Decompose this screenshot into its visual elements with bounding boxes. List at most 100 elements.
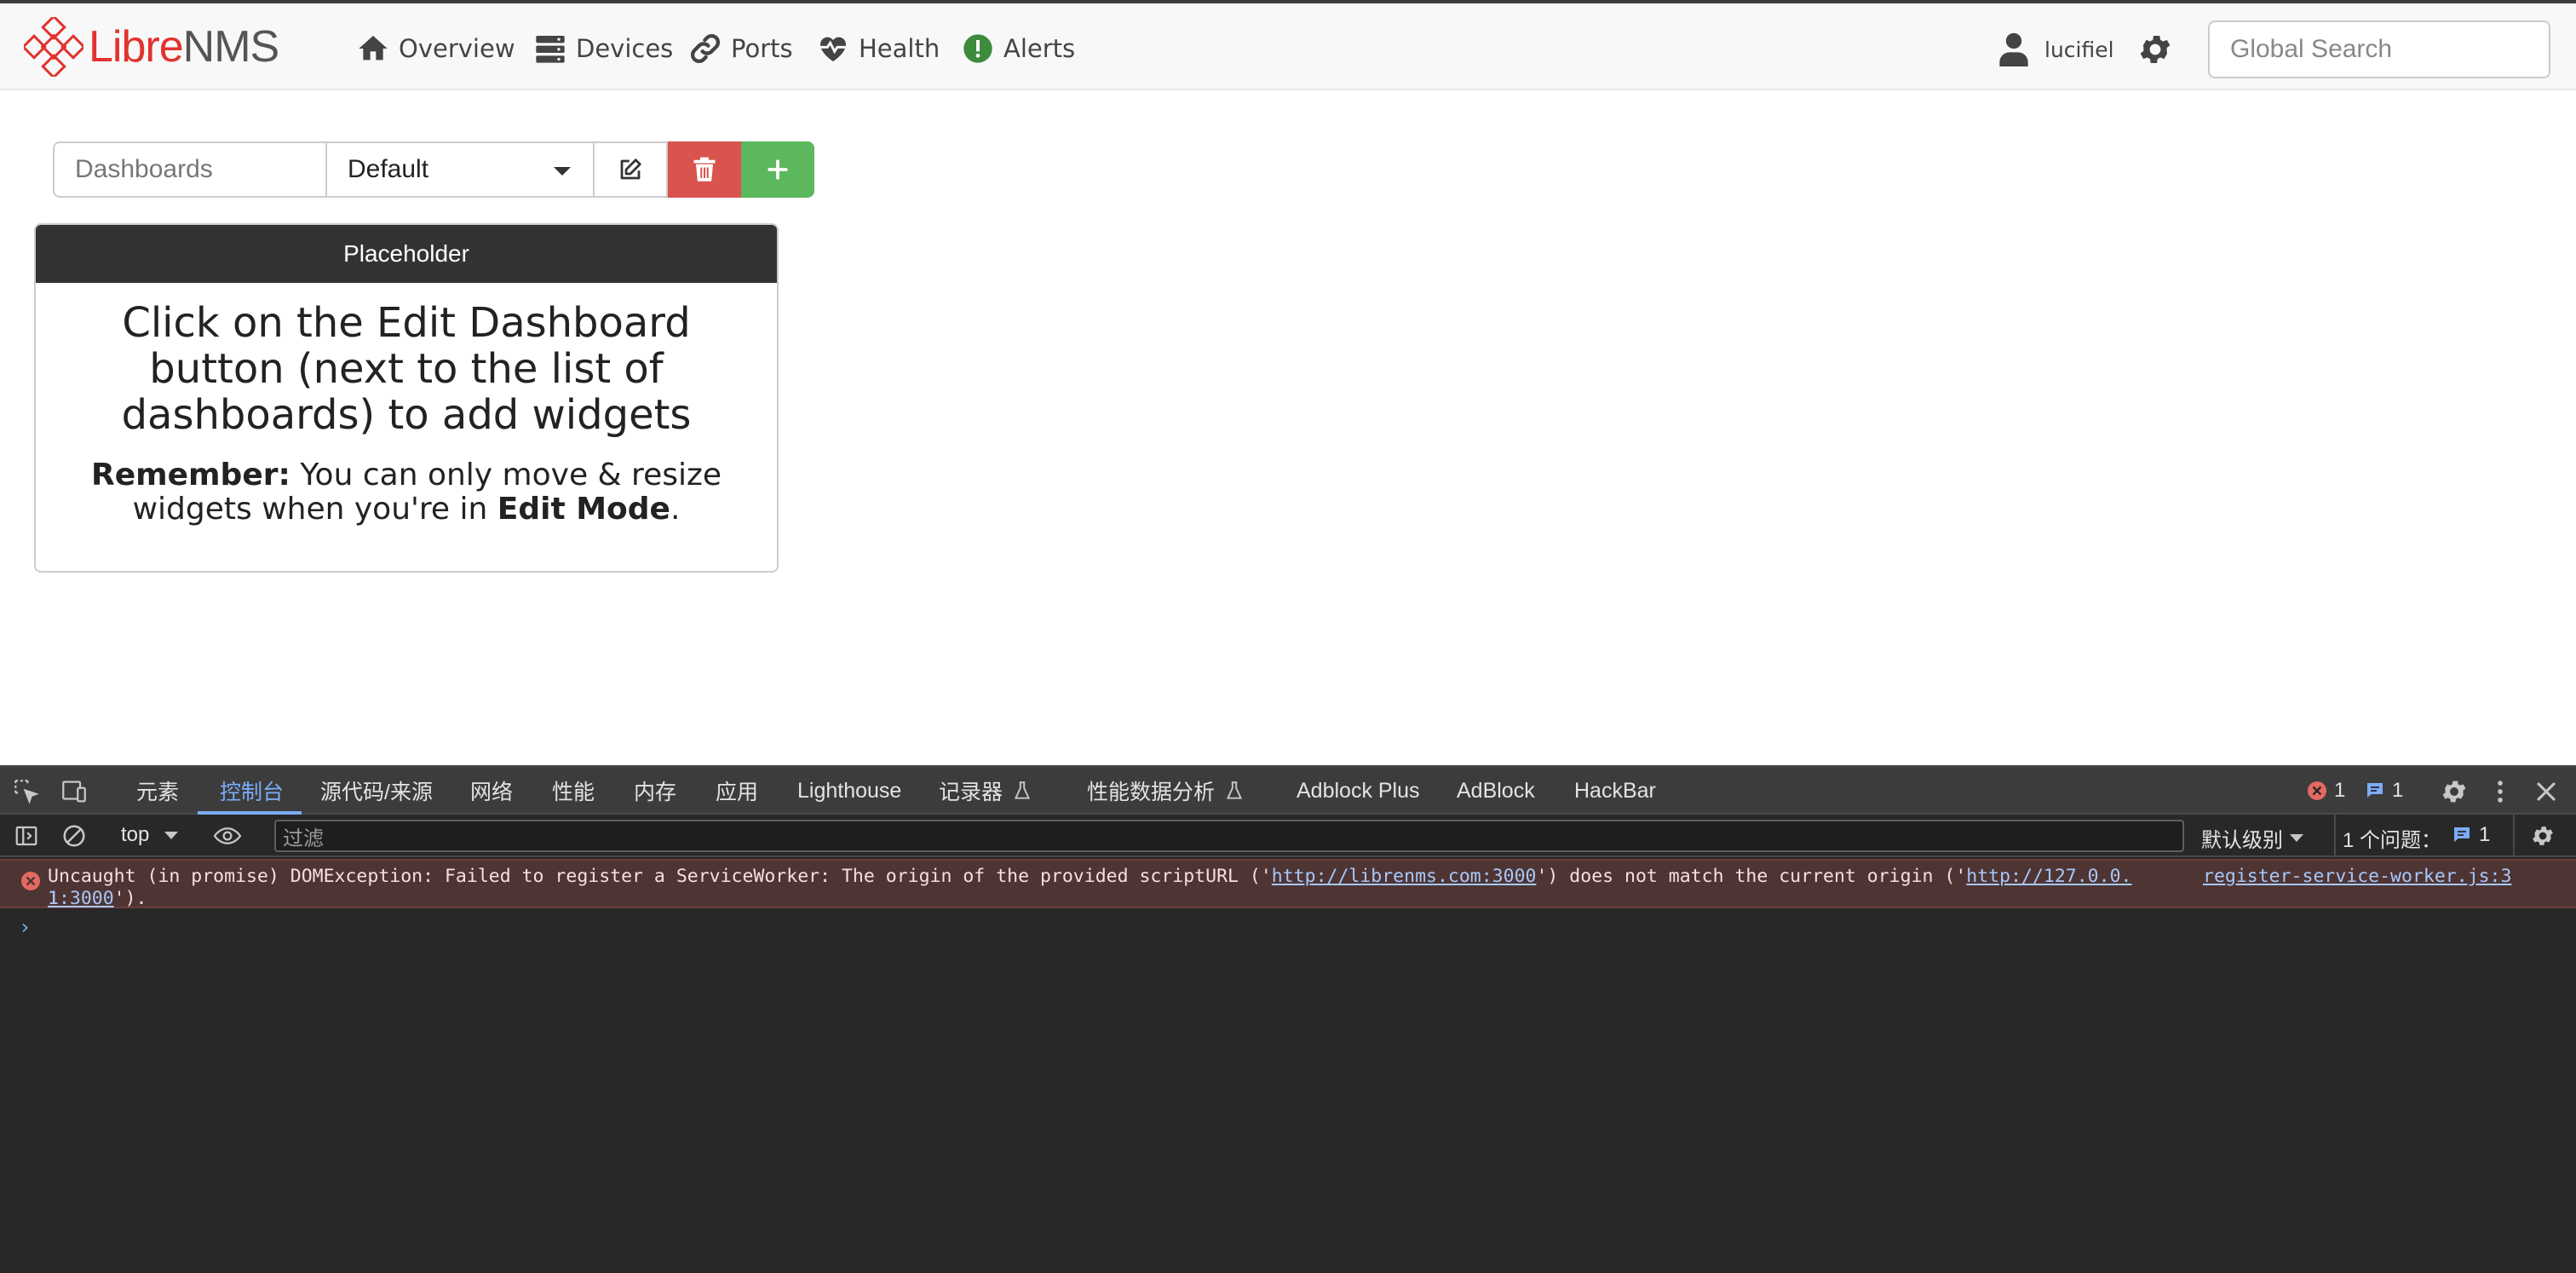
console-filter-input[interactable]: 过滤 [274, 820, 2184, 852]
devtools-settings-icon[interactable] [2440, 777, 2469, 806]
top-navbar: LibreNMS Overview Devices Ports Health A… [0, 0, 2576, 90]
error-source-link[interactable]: register-service-worker.js:3 [2203, 866, 2511, 888]
server-icon [536, 36, 565, 63]
username: lucifiel [2044, 37, 2114, 62]
error-source-part: register-service-worker.js:3 [2203, 866, 2512, 887]
issues-badge[interactable]: 1 [2452, 823, 2490, 847]
note-end: . [670, 492, 681, 527]
tab-adblock-plus[interactable]: Adblock Plus [1297, 767, 1420, 815]
eye-icon[interactable] [213, 823, 242, 849]
issues-count: 1 [2479, 823, 2491, 846]
nav-devices[interactable]: Devices [533, 29, 673, 68]
settings-gear-icon[interactable] [2136, 31, 2174, 68]
context-value: top [121, 823, 150, 846]
tab-performance-insights[interactable]: 性能数据分析 [1087, 767, 1245, 815]
user-menu[interactable]: lucifiel [1998, 31, 2114, 68]
console-error-message[interactable]: Uncaught (in promise) DOMException: Fail… [0, 859, 2576, 910]
heartbeat-icon [820, 37, 846, 61]
tab-hackbar[interactable]: HackBar [1574, 767, 1656, 815]
alert-circle-icon [963, 34, 992, 63]
error-count: 1 [2334, 779, 2346, 802]
caret-down-icon [2290, 834, 2303, 842]
nav-alerts-label: Alerts [1003, 34, 1076, 63]
error-link-origin[interactable]: http://127.0.0. [1966, 866, 2131, 887]
error-circle-icon [21, 872, 40, 890]
error-source-link-cont[interactable]: 1 [48, 888, 59, 910]
add-dashboard-button[interactable] [741, 141, 814, 198]
brand-name: LibreNMS [89, 21, 279, 72]
delete-dashboard-button[interactable] [668, 141, 741, 198]
flask-icon [1226, 781, 1243, 799]
tab-memory[interactable]: 内存 [634, 767, 676, 815]
tab-recorder[interactable]: 记录器 [939, 767, 1033, 815]
tab-performance[interactable]: 性能 [552, 767, 595, 815]
issues-label: 1 个问题： [2343, 829, 2442, 852]
log-level-value: 默认级别 [2201, 829, 2283, 852]
clear-console-icon[interactable] [61, 823, 87, 849]
dashboard-controls: Dashboards Default [53, 141, 814, 198]
edit-icon [620, 158, 641, 180]
console-prompt[interactable]: › [19, 915, 31, 939]
brand-logo[interactable]: LibreNMS [24, 17, 279, 77]
librenms-logo-icon [24, 17, 83, 77]
context-selector[interactable]: top [121, 823, 179, 847]
link-icon [690, 33, 721, 64]
toolbar-divider [2334, 815, 2336, 857]
close-icon[interactable] [2532, 777, 2561, 806]
nav-health[interactable]: Health [816, 29, 940, 68]
tab-recorder-label: 记录器 [939, 781, 1003, 804]
caret-down-icon [164, 831, 179, 839]
more-options-icon[interactable] [2486, 777, 2515, 806]
plus-icon [768, 159, 788, 180]
nav-ports[interactable]: Ports [688, 29, 793, 68]
error-source-part: 1 [48, 888, 59, 909]
message-icon [2367, 783, 2383, 798]
nav-health-label: Health [859, 34, 940, 63]
trash-icon [693, 157, 716, 181]
message-count: 1 [2392, 779, 2404, 802]
flask-icon [1014, 781, 1031, 799]
caret-down-icon [554, 167, 571, 176]
inspect-element-icon[interactable] [12, 777, 41, 806]
nav-ports-label: Ports [731, 34, 793, 63]
error-count-badge[interactable]: 1 [2307, 774, 2345, 808]
dashboard-select[interactable]: Default [325, 141, 595, 198]
global-search-input[interactable] [2208, 20, 2550, 78]
tab-console[interactable]: 控制台 [220, 767, 284, 815]
console-toolbar: top 过滤 默认级别 1 个问题： 1 [0, 815, 2576, 857]
tab-adblock[interactable]: AdBlock [1457, 767, 1535, 815]
tab-elements[interactable]: 元素 [136, 767, 179, 815]
widget-note: Remember: You can only move & resize wid… [70, 458, 743, 527]
tab-network[interactable]: 网络 [470, 767, 513, 815]
nav-overview[interactable]: Overview [356, 29, 515, 68]
user-icon [1999, 32, 2028, 66]
dashboard-selected-value: Default [348, 155, 429, 183]
edit-dashboard-button[interactable] [595, 141, 668, 198]
note-strong: Remember: [90, 458, 290, 492]
widget-body: Click on the Edit Dashboard button (next… [36, 283, 777, 544]
console-settings-icon[interactable] [2530, 823, 2556, 849]
tab-lighthouse[interactable]: Lighthouse [797, 767, 901, 815]
device-toggle-icon[interactable] [60, 777, 89, 806]
brand-nms: NMS [182, 22, 280, 72]
error-text-part: ') does not match the current origin (' [1536, 866, 1967, 887]
sidebar-toggle-icon[interactable] [14, 823, 39, 849]
widget-title[interactable]: Placeholder [36, 225, 777, 283]
placeholder-widget: Placeholder Click on the Edit Dashboard … [34, 223, 779, 573]
log-level-selector[interactable]: 默认级别 [2201, 823, 2303, 853]
tab-sources[interactable]: 源代码/来源 [320, 767, 433, 815]
brand-libre: Libre [89, 22, 184, 72]
tab-application[interactable]: 应用 [716, 767, 758, 815]
devtools-tabbar: 元素 控制台 源代码/来源 网络 性能 内存 应用 Lighthouse 记录器… [0, 765, 2576, 815]
error-text: Uncaught (in promise) DOMException: Fail… [48, 866, 2131, 910]
error-link-scripturl[interactable]: http://librenms.com:3000 [1272, 866, 1537, 887]
nav-overview-label: Overview [399, 34, 515, 63]
home-icon [359, 36, 388, 60]
error-circle-icon [2308, 781, 2326, 800]
nav-alerts[interactable]: Alerts [961, 29, 1075, 68]
nav-devices-label: Devices [576, 34, 674, 63]
toolbar-divider [2513, 815, 2515, 857]
filter-placeholder: 过滤 [283, 827, 324, 850]
note-mode: Edit Mode [497, 492, 670, 527]
message-count-badge[interactable]: 1 [2365, 774, 2403, 808]
